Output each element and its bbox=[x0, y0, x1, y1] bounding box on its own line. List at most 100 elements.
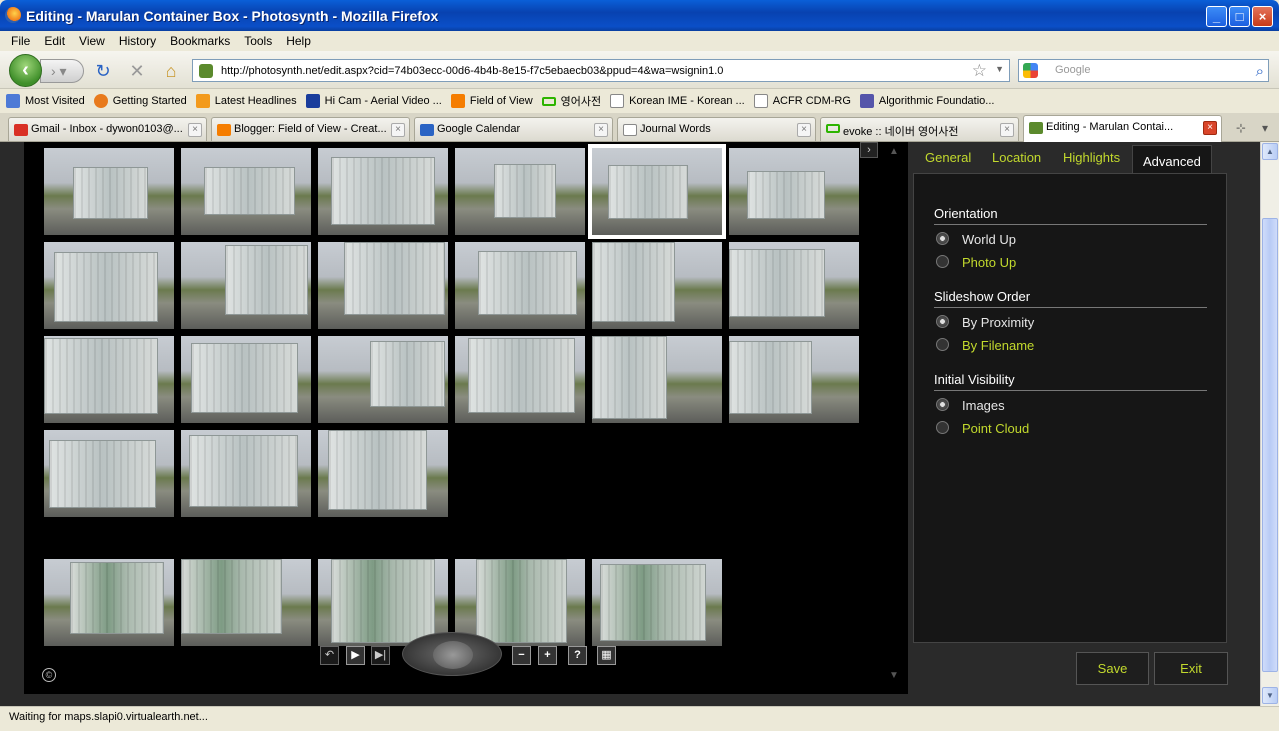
photo-viewer[interactable]: ↶ ▶ ▶| − + ? ▦ © › ▲ ▼ bbox=[24, 142, 908, 694]
photo-thumbnail[interactable] bbox=[181, 242, 311, 329]
back-button[interactable]: ‹ bbox=[9, 54, 42, 87]
zoom-out-button[interactable]: − bbox=[512, 646, 531, 665]
close-tab-icon[interactable]: × bbox=[1203, 121, 1217, 135]
photo-thumbnail[interactable] bbox=[181, 559, 311, 646]
radio-world-up[interactable] bbox=[936, 232, 949, 245]
url-bar[interactable]: http://photosynth.net/edit.aspx?cid=74b0… bbox=[192, 59, 1010, 82]
photo-thumbnail[interactable] bbox=[318, 148, 448, 235]
minimize-icon[interactable]: _ bbox=[1206, 6, 1227, 27]
search-input[interactable]: Google ⌕ bbox=[1018, 59, 1269, 82]
photo-thumbnail[interactable] bbox=[455, 148, 585, 235]
photo-thumbnail[interactable] bbox=[592, 242, 722, 329]
forward-button[interactable]: › ▾ bbox=[40, 59, 84, 83]
bookmark-latest-headlines[interactable]: Latest Headlines bbox=[195, 94, 297, 108]
home-icon[interactable]: ⌂ bbox=[160, 60, 182, 82]
tab-evoke[interactable]: evoke :: 네이버 영어사전 × bbox=[820, 117, 1019, 141]
photo-thumbnail[interactable] bbox=[318, 430, 448, 517]
photo-thumbnail[interactable] bbox=[181, 148, 311, 235]
menu-edit[interactable]: Edit bbox=[37, 34, 72, 48]
close-tab-icon[interactable]: × bbox=[188, 123, 202, 137]
label-images[interactable]: Images bbox=[962, 398, 1005, 413]
tab-menu-icon[interactable]: ▾ bbox=[1253, 117, 1277, 139]
menu-history[interactable]: History bbox=[112, 34, 163, 48]
label-photo-up[interactable]: Photo Up bbox=[962, 255, 1016, 270]
bookmark-naver-dict[interactable]: 영어사전 bbox=[541, 93, 601, 109]
close-window-icon[interactable]: × bbox=[1252, 6, 1273, 27]
bookmark-acfr[interactable]: ACFR CDM-RG bbox=[753, 94, 851, 108]
radio-by-proximity[interactable] bbox=[936, 315, 949, 328]
photo-thumbnail[interactable] bbox=[588, 144, 726, 239]
radio-point-cloud[interactable] bbox=[936, 421, 949, 434]
tab-photosynth-active[interactable]: Editing - Marulan Contai... × bbox=[1023, 115, 1222, 142]
radio-photo-up[interactable] bbox=[936, 255, 949, 268]
tab-calendar[interactable]: Google Calendar × bbox=[414, 117, 613, 141]
tab-advanced[interactable]: Advanced bbox=[1132, 145, 1212, 173]
bookmark-most-visited[interactable]: Most Visited bbox=[6, 94, 85, 108]
viewer-scroll-down-icon[interactable]: ▼ bbox=[884, 670, 904, 688]
grid-view-button[interactable]: ▦ bbox=[597, 646, 616, 665]
label-by-filename[interactable]: By Filename bbox=[962, 338, 1034, 353]
photo-thumbnail[interactable] bbox=[44, 430, 174, 517]
label-world-up[interactable]: World Up bbox=[962, 232, 1016, 247]
google-icon[interactable] bbox=[1023, 63, 1038, 78]
tab-gmail[interactable]: Gmail - Inbox - dywon0103@... × bbox=[8, 117, 207, 141]
save-button[interactable]: Save bbox=[1076, 652, 1149, 685]
close-tab-icon[interactable]: × bbox=[1000, 123, 1014, 137]
photo-thumbnail[interactable] bbox=[318, 242, 448, 329]
bookmark-star-icon[interactable]: ☆ bbox=[972, 61, 987, 81]
navigation-dpad[interactable] bbox=[402, 632, 502, 676]
photo-thumbnail[interactable] bbox=[318, 559, 448, 646]
attribution-icon[interactable]: © bbox=[42, 668, 56, 682]
url-dropdown-icon[interactable]: ▼ bbox=[995, 64, 1004, 74]
viewer-scroll-up-icon[interactable]: ▲ bbox=[884, 146, 904, 164]
stop-icon[interactable]: ✕ bbox=[126, 60, 148, 82]
photo-thumbnail[interactable] bbox=[44, 559, 174, 646]
tab-location[interactable]: Location bbox=[992, 150, 1041, 165]
reload-icon[interactable]: ↻ bbox=[92, 60, 114, 82]
photo-thumbnail[interactable] bbox=[44, 148, 174, 235]
menu-bookmarks[interactable]: Bookmarks bbox=[163, 34, 237, 48]
radio-by-filename[interactable] bbox=[936, 338, 949, 351]
photo-thumbnail[interactable] bbox=[318, 336, 448, 423]
photo-thumbnail[interactable] bbox=[44, 336, 174, 423]
collapse-arrow-icon[interactable]: › bbox=[860, 142, 878, 158]
tab-list-icon[interactable]: ⊹ bbox=[1229, 117, 1253, 139]
menu-tools[interactable]: Tools bbox=[237, 34, 279, 48]
photo-thumbnail[interactable] bbox=[592, 559, 722, 646]
help-button[interactable]: ? bbox=[568, 646, 587, 665]
photo-thumbnail[interactable] bbox=[455, 336, 585, 423]
menu-file[interactable]: File bbox=[4, 34, 37, 48]
close-tab-icon[interactable]: × bbox=[391, 123, 405, 137]
tab-highlights[interactable]: Highlights bbox=[1063, 150, 1120, 165]
bookmark-hi-cam[interactable]: Hi Cam - Aerial Video ... bbox=[305, 94, 442, 108]
zoom-in-button[interactable]: + bbox=[538, 646, 557, 665]
next-button[interactable]: ▶| bbox=[371, 646, 390, 665]
photo-thumbnail[interactable] bbox=[44, 242, 174, 329]
scrollbar-thumb[interactable] bbox=[1262, 218, 1278, 672]
tab-journal[interactable]: Journal Words × bbox=[617, 117, 816, 141]
exit-button[interactable]: Exit bbox=[1154, 652, 1228, 685]
play-button[interactable]: ▶ bbox=[346, 646, 365, 665]
tab-general[interactable]: General bbox=[925, 150, 971, 165]
photo-thumbnail[interactable] bbox=[729, 148, 859, 235]
page-scrollbar[interactable]: ▲ ▼ bbox=[1260, 142, 1279, 706]
bookmark-korean-ime[interactable]: Korean IME - Korean ... bbox=[610, 94, 745, 108]
photo-thumbnail[interactable] bbox=[181, 336, 311, 423]
radio-images[interactable] bbox=[936, 398, 949, 411]
undo-button[interactable]: ↶ bbox=[320, 646, 339, 665]
menu-help[interactable]: Help bbox=[279, 34, 318, 48]
photo-thumbnail[interactable] bbox=[181, 430, 311, 517]
label-by-proximity[interactable]: By Proximity bbox=[962, 315, 1034, 330]
scroll-down-icon[interactable]: ▼ bbox=[1262, 687, 1278, 704]
close-tab-icon[interactable]: × bbox=[797, 123, 811, 137]
tab-blogger[interactable]: Blogger: Field of View - Creat... × bbox=[211, 117, 410, 141]
photo-thumbnail[interactable] bbox=[455, 559, 585, 646]
menu-view[interactable]: View bbox=[72, 34, 112, 48]
maximize-icon[interactable]: □ bbox=[1229, 6, 1250, 27]
label-point-cloud[interactable]: Point Cloud bbox=[962, 421, 1029, 436]
close-tab-icon[interactable]: × bbox=[594, 123, 608, 137]
photo-thumbnail[interactable] bbox=[455, 242, 585, 329]
bookmark-field-of-view[interactable]: Field of View bbox=[450, 94, 533, 108]
photo-thumbnail[interactable] bbox=[729, 336, 859, 423]
bookmark-getting-started[interactable]: Getting Started bbox=[93, 94, 187, 108]
